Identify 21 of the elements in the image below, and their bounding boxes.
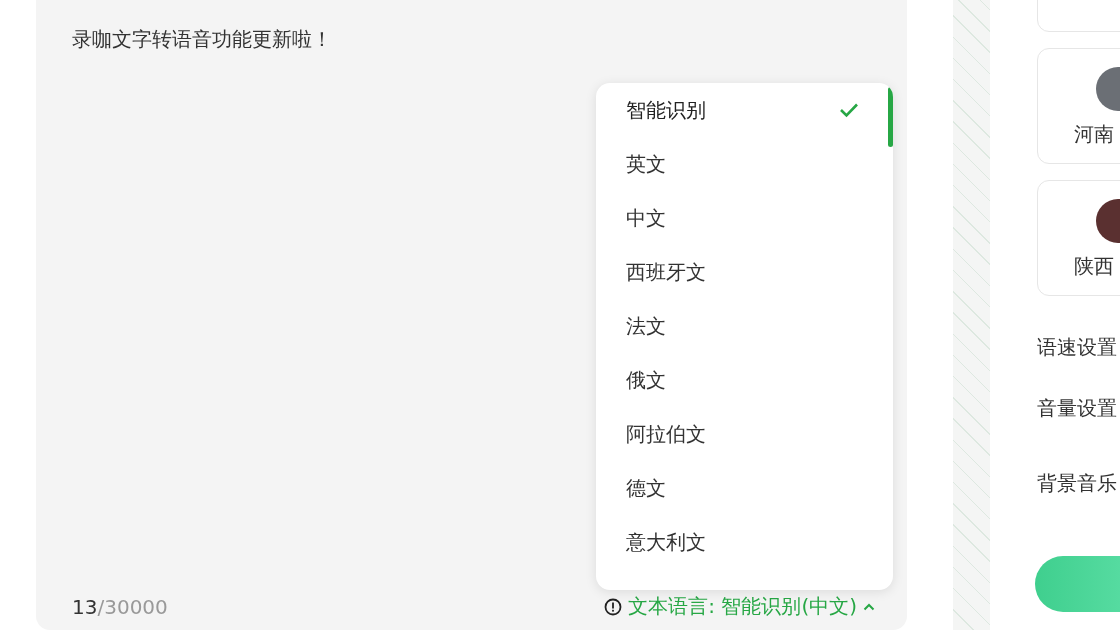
generate-button[interactable] [1035, 556, 1120, 612]
setting-label: 语速设置 [1037, 334, 1118, 361]
scrollbar-thumb[interactable] [888, 87, 893, 147]
setting-label: 背景音乐 [1037, 470, 1118, 497]
language-option[interactable]: 法文 [596, 299, 893, 353]
language-option[interactable]: 阿拉伯文 [596, 407, 893, 461]
editor-text: 录咖文字转语音功能更新啦！ [72, 26, 333, 53]
info-icon [604, 597, 623, 616]
check-icon [839, 102, 859, 118]
language-option[interactable]: 英文 [596, 137, 893, 191]
language-option[interactable]: 德文 [596, 461, 893, 515]
setting-label: 音量设置 [1037, 395, 1118, 422]
voice-card[interactable]: 河南 [1037, 48, 1120, 164]
voice-card[interactable]: 陕西 [1037, 180, 1120, 296]
language-option[interactable]: 西班牙文 [596, 245, 893, 299]
language-option[interactable]: 中文 [596, 191, 893, 245]
language-option[interactable]: 智能识别 [596, 83, 893, 137]
language-option[interactable]: 俄文 [596, 353, 893, 407]
language-option[interactable]: 意大利文 [596, 515, 893, 569]
character-count: 13/30000 [72, 594, 168, 619]
caret-icon [863, 602, 875, 611]
